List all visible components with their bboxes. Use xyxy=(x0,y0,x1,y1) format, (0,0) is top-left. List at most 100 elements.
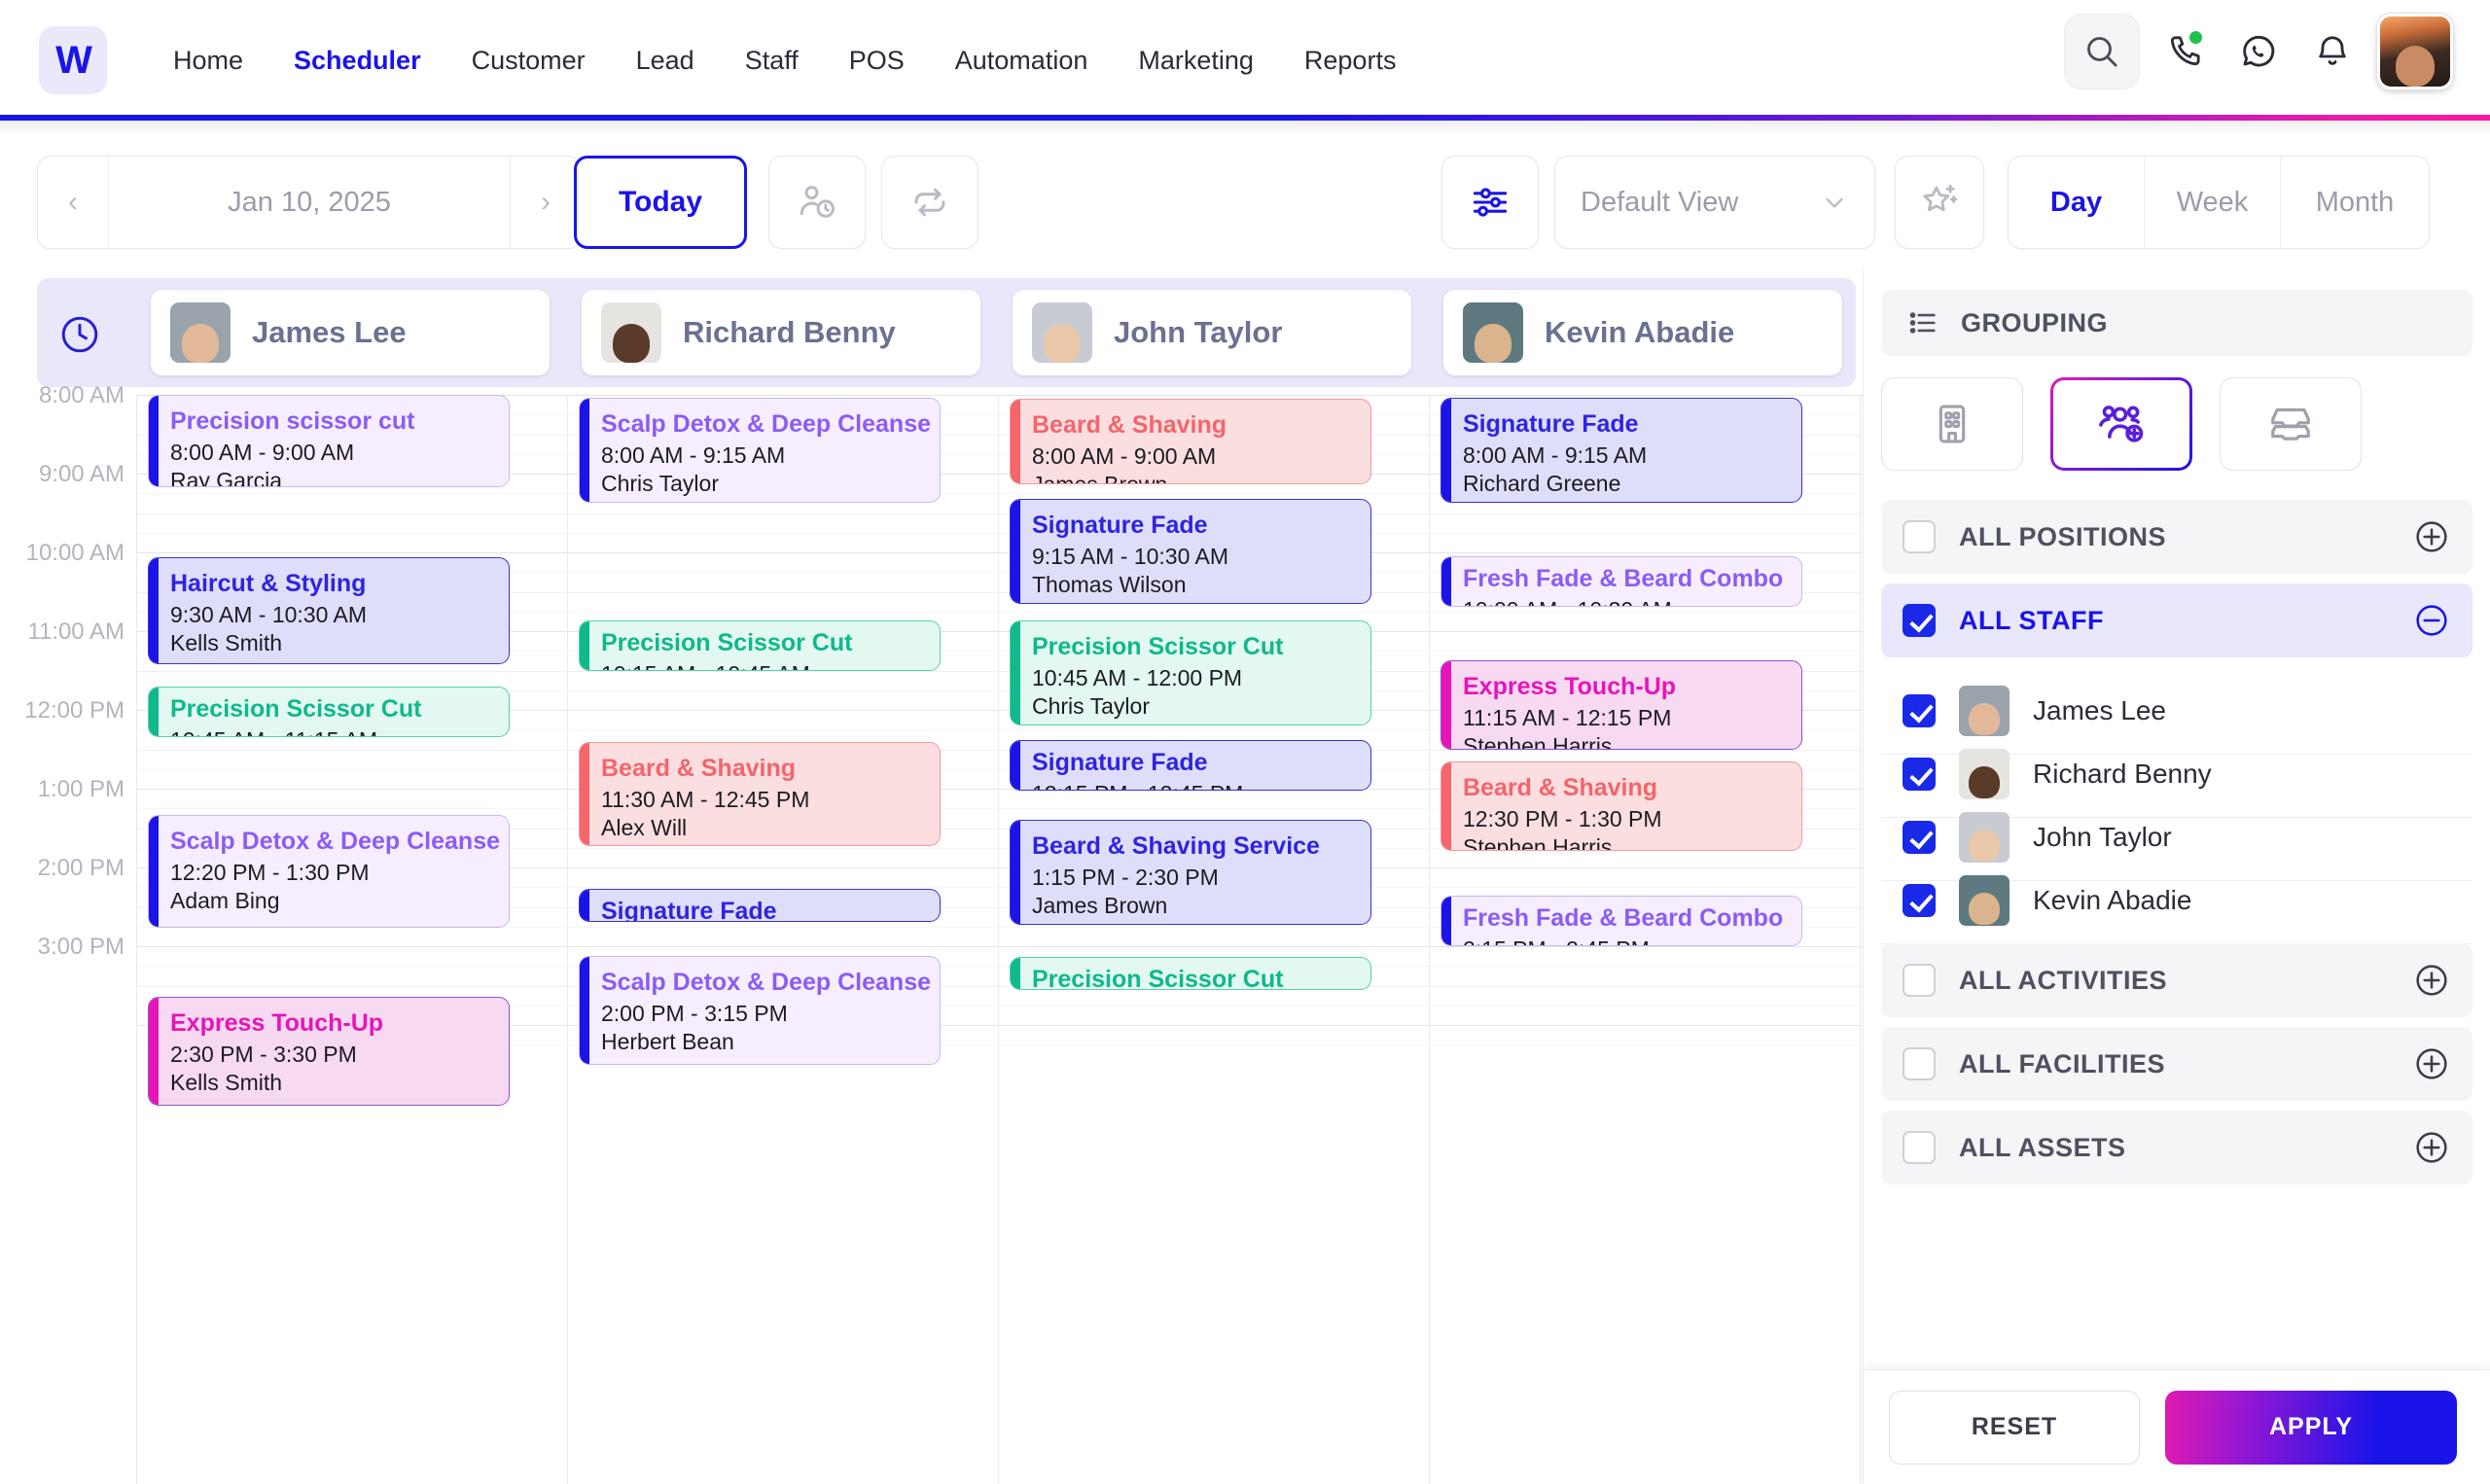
appointment-card[interactable]: Fresh Fade & Beard Combo 10:00 AM - 10:30… xyxy=(1441,556,1802,607)
appointment-card[interactable]: Haircut & Styling 9:30 AM - 10:30 AM Kells… xyxy=(148,557,510,664)
nav-link-pos[interactable]: POS xyxy=(824,46,930,76)
appointment-accent-bar xyxy=(1011,500,1020,603)
appointment-title: Beard & Shaving xyxy=(601,755,797,782)
time-axis-label: 3:00 PM xyxy=(37,934,124,960)
staff-hours-button[interactable] xyxy=(768,156,866,249)
avatar-richard-benny xyxy=(1959,748,2010,799)
today-button[interactable]: Today xyxy=(574,156,747,249)
appointment-card[interactable]: Scalp Detox & Deep Cleanse 8:00 AM - 9:15… xyxy=(579,398,941,503)
main-nav-links: Home Scheduler Customer Lead Staff POS Automat… xyxy=(148,46,1421,76)
column-divider xyxy=(1429,395,1430,1484)
appointment-client: Chris Taylor xyxy=(601,471,719,497)
appointment-card[interactable]: Beard & Shaving Service 1:15 PM - 2:30 PM… xyxy=(1010,820,1371,925)
staff-checkbox[interactable] xyxy=(1903,820,1936,854)
range-week-button[interactable]: Week xyxy=(2145,157,2281,248)
appointment-card[interactable]: Express Touch-Up 2:30 PM - 3:30 PM Kells S… xyxy=(148,997,510,1106)
appointment-card[interactable]: Beard & Shaving 12:30 PM - 1:30 PM Stephen… xyxy=(1441,761,1802,851)
clock-icon xyxy=(56,311,103,358)
nav-link-staff[interactable]: Staff xyxy=(720,46,824,76)
hour-gridline xyxy=(136,946,1863,947)
appointment-card[interactable]: Precision Scissor Cut xyxy=(1010,957,1371,990)
search-button[interactable] xyxy=(2064,14,2140,89)
group-row-all-facilities[interactable]: ALL FACILITIES xyxy=(1881,1027,2472,1101)
appointment-card[interactable]: Precision Scissor Cut 10:45 AM - 12:00 PM… xyxy=(1010,620,1371,725)
save-view-button[interactable] xyxy=(1895,156,1984,249)
notifications-button[interactable] xyxy=(2303,14,2362,89)
reset-button[interactable]: RESET xyxy=(1889,1390,2140,1465)
nav-link-lead[interactable]: Lead xyxy=(611,46,720,76)
group-by-facility-tile[interactable] xyxy=(1881,377,2023,471)
filter-settings-button[interactable] xyxy=(1441,156,1539,249)
staff-column-header-4[interactable]: Kevin Abadie xyxy=(1443,290,1842,375)
appointment-accent-bar xyxy=(1441,897,1451,945)
staff-checkbox[interactable] xyxy=(1903,883,1936,917)
plus-circle-icon[interactable] xyxy=(2412,517,2451,556)
staff-column-header-3[interactable]: John Taylor xyxy=(1013,290,1411,375)
appointment-time: 9:30 AM - 10:30 AM xyxy=(170,601,368,627)
group-by-staff-tile[interactable] xyxy=(2050,377,2192,471)
nav-link-marketing[interactable]: Marketing xyxy=(1113,46,1279,76)
plus-circle-icon[interactable] xyxy=(2412,961,2451,1000)
staff-checkbox[interactable] xyxy=(1903,693,1936,727)
appointment-card[interactable]: Scalp Detox & Deep Cleanse 2:00 PM - 3:15… xyxy=(579,956,941,1065)
next-day-button[interactable]: › xyxy=(511,156,581,249)
appointment-card[interactable]: Beard & Shaving 8:00 AM - 9:00 AM James Br… xyxy=(1010,399,1371,484)
range-day-button[interactable]: Day xyxy=(2009,157,2145,248)
grouping-panel-header: GROUPING xyxy=(1881,290,2472,356)
staff-column-header-1[interactable]: James Lee xyxy=(151,290,550,375)
appointment-card[interactable]: Precision Scissor Cut 10:15 AM - 10:45 AM xyxy=(579,620,941,671)
group-checkbox[interactable] xyxy=(1903,604,1936,637)
whatsapp-button[interactable] xyxy=(2229,14,2288,89)
previous-day-button[interactable]: ‹ xyxy=(38,156,108,249)
appointment-title: Precision Scissor Cut xyxy=(1032,633,1284,660)
group-row-all-staff[interactable]: ALL STAFF xyxy=(1881,583,2472,657)
appointment-card[interactable]: Signature Fade 8:00 AM - 9:15 AM Richard G… xyxy=(1441,398,1802,503)
appointment-card[interactable]: Signature Fade 9:15 AM - 10:30 AM Thomas W… xyxy=(1010,499,1371,604)
appointment-time: 12:20 PM - 1:30 PM xyxy=(170,859,370,885)
appointment-card[interactable]: Precision Scissor Cut 10:45 AM - 11:15 AM xyxy=(148,687,510,737)
appointment-card[interactable]: Fresh Fade & Beard Combo 2:15 PM - 2:45 P… xyxy=(1441,896,1802,946)
grouping-type-tiles xyxy=(1881,377,2472,471)
phone-call-button[interactable] xyxy=(2155,14,2214,89)
group-by-asset-tile[interactable] xyxy=(2220,377,2362,471)
plus-circle-icon[interactable] xyxy=(2412,1128,2451,1167)
appointment-card[interactable]: Beard & Shaving 11:30 AM - 12:45 PM Alex W… xyxy=(579,742,941,846)
group-checkbox[interactable] xyxy=(1903,1047,1936,1080)
appointment-card[interactable]: Scalp Detox & Deep Cleanse 12:20 PM - 1:3… xyxy=(148,815,510,928)
group-checkbox[interactable] xyxy=(1903,964,1936,997)
appointment-title: Haircut & Styling xyxy=(170,570,367,597)
nav-link-automation[interactable]: Automation xyxy=(930,46,1114,76)
apply-button[interactable]: APPLY xyxy=(2165,1390,2457,1465)
view-select[interactable]: Default View xyxy=(1554,156,1875,249)
user-avatar[interactable] xyxy=(2377,14,2453,89)
appointment-time: 8:00 AM - 9:00 AM xyxy=(170,439,355,465)
nav-link-home[interactable]: Home xyxy=(148,46,268,76)
appointment-card[interactable]: Signature Fade xyxy=(579,889,941,922)
appointment-time: 2:00 PM - 3:15 PM xyxy=(601,1000,788,1026)
avatar-john-taylor xyxy=(1959,811,2010,863)
appointment-card[interactable]: Express Touch-Up 11:15 AM - 12:15 PM Steph… xyxy=(1441,660,1802,750)
time-axis-label: 1:00 PM xyxy=(37,776,124,802)
staff-filter-row[interactable]: Kevin Abadie xyxy=(1881,857,2472,944)
app-logo[interactable]: W xyxy=(39,26,107,94)
appointment-card[interactable]: Precision scissor cut 8:00 AM - 9:00 AM Ra… xyxy=(148,395,510,487)
group-row-all-positions[interactable]: ALL POSITIONS xyxy=(1881,500,2472,574)
plus-circle-icon[interactable] xyxy=(2412,1044,2451,1083)
group-row-all-assets[interactable]: ALL ASSETS xyxy=(1881,1111,2472,1184)
group-checkbox[interactable] xyxy=(1903,1131,1936,1164)
appointment-time: 10:15 AM - 10:45 AM xyxy=(601,660,940,671)
current-date-label[interactable]: Jan 10, 2025 xyxy=(109,187,510,219)
avatar-kevin-abadie xyxy=(1959,874,2010,926)
nav-link-customer[interactable]: Customer xyxy=(446,46,611,76)
staff-checkbox[interactable] xyxy=(1903,757,1936,791)
group-row-all-activities[interactable]: ALL ACTIVITIES xyxy=(1881,943,2472,1017)
minus-circle-icon[interactable] xyxy=(2412,601,2451,640)
nav-link-scheduler[interactable]: Scheduler xyxy=(268,46,446,76)
group-checkbox[interactable] xyxy=(1903,520,1936,553)
appointment-card[interactable]: Signature Fade 12:15 PM - 12:45 PM xyxy=(1010,740,1371,791)
nav-link-reports[interactable]: Reports xyxy=(1279,46,1422,76)
refresh-button[interactable] xyxy=(881,156,978,249)
nav-shadow xyxy=(0,121,2490,134)
range-month-button[interactable]: Month xyxy=(2281,157,2429,248)
staff-column-header-2[interactable]: Richard Benny xyxy=(582,290,980,375)
